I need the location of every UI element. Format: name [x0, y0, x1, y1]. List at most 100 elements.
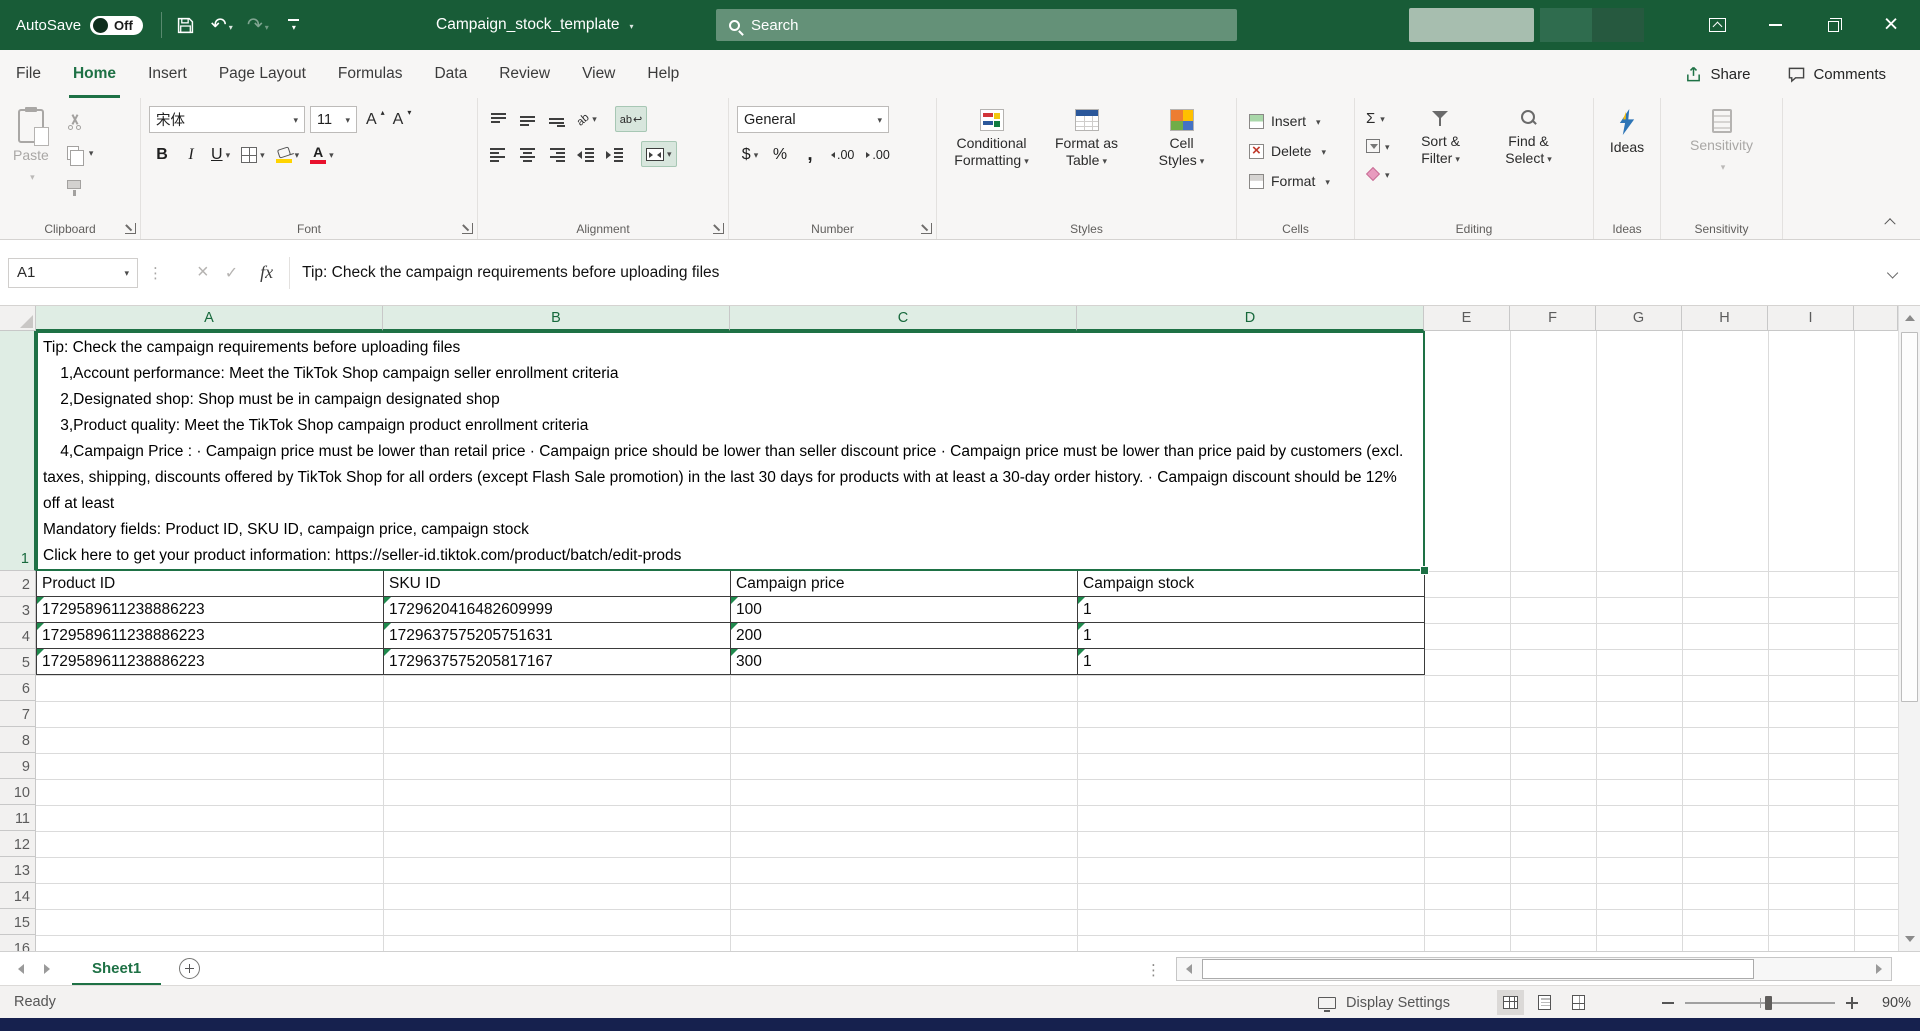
cell-header-campaign-stock[interactable]: Campaign stock: [1078, 571, 1425, 597]
percent-style-button[interactable]: %: [767, 142, 793, 168]
alignment-dialog-launcher[interactable]: [713, 223, 724, 234]
bold-button[interactable]: B: [149, 142, 175, 168]
tab-insert[interactable]: Insert: [132, 50, 203, 98]
restore-button[interactable]: [1804, 0, 1862, 50]
search-box[interactable]: Search: [716, 9, 1237, 41]
row-header[interactable]: 10: [0, 779, 36, 805]
align-bottom-button[interactable]: [544, 106, 569, 132]
next-sheet-button[interactable]: [44, 964, 50, 974]
cell[interactable]: 1729589611238886223: [37, 623, 384, 649]
column-header-b[interactable]: B: [383, 306, 730, 331]
previous-sheet-button[interactable]: [18, 964, 24, 974]
column-header-g[interactable]: G: [1596, 306, 1682, 331]
comma-style-button[interactable]: ,: [797, 142, 823, 168]
row-header[interactable]: 11: [0, 805, 36, 831]
column-header-a[interactable]: A: [36, 306, 383, 331]
cell[interactable]: 100: [731, 597, 1078, 623]
zoom-slider-thumb[interactable]: [1765, 996, 1772, 1010]
horizontal-scrollbar-thumb[interactable]: [1202, 959, 1754, 979]
align-middle-button[interactable]: [515, 106, 540, 132]
scroll-left-button[interactable]: [1177, 958, 1201, 980]
minimize-button[interactable]: [1746, 0, 1804, 50]
tab-view[interactable]: View: [566, 50, 631, 98]
clipboard-dialog-launcher[interactable]: [125, 223, 136, 234]
scroll-up-button[interactable]: [1899, 306, 1920, 330]
cell[interactable]: 1729620416482609999: [384, 597, 731, 623]
row-header[interactable]: 16: [0, 935, 36, 951]
tab-help[interactable]: Help: [631, 50, 695, 98]
tab-formulas[interactable]: Formulas: [322, 50, 419, 98]
decrease-font-size-button[interactable]: A: [389, 109, 411, 131]
cell[interactable]: 300: [731, 649, 1078, 675]
cell-header-campaign-price[interactable]: Campaign price: [731, 571, 1078, 597]
scroll-down-button[interactable]: [1899, 927, 1920, 951]
row-header[interactable]: 8: [0, 727, 36, 753]
cell[interactable]: 1729589611238886223: [37, 597, 384, 623]
redo-button[interactable]: [240, 6, 276, 44]
row-header[interactable]: 1: [0, 331, 36, 571]
decrease-decimal-button[interactable]: .00: [862, 142, 893, 168]
sheet-tab-sheet1[interactable]: Sheet1: [72, 952, 161, 986]
font-color-button[interactable]: A: [306, 142, 338, 168]
horizontal-scrollbar[interactable]: [1176, 957, 1892, 981]
align-center-button[interactable]: [515, 141, 540, 167]
cell-styles-button[interactable]: CellStyles: [1135, 106, 1228, 170]
expand-formula-bar-button[interactable]: [1876, 269, 1912, 277]
zoom-in-button[interactable]: [1846, 997, 1858, 1009]
normal-view-button[interactable]: [1497, 990, 1524, 1015]
cell[interactable]: 1: [1078, 597, 1425, 623]
tab-data[interactable]: Data: [418, 50, 483, 98]
format-painter-button[interactable]: [64, 172, 97, 196]
customize-quick-access-button[interactable]: [276, 6, 312, 44]
row-header[interactable]: 12: [0, 831, 36, 857]
column-header-e[interactable]: E: [1424, 306, 1510, 331]
fill-button[interactable]: [1363, 134, 1393, 158]
conditional-formatting-button[interactable]: ConditionalFormatting: [945, 106, 1038, 170]
align-right-button[interactable]: [544, 141, 569, 167]
tab-page-layout[interactable]: Page Layout: [203, 50, 322, 98]
comments-button[interactable]: Comments: [1776, 60, 1898, 89]
add-sheet-button[interactable]: [179, 958, 200, 979]
tab-home[interactable]: Home: [57, 50, 132, 98]
merge-center-button[interactable]: [641, 141, 677, 167]
row-header[interactable]: 9: [0, 753, 36, 779]
orientation-button[interactable]: [573, 106, 601, 132]
tab-review[interactable]: Review: [483, 50, 566, 98]
autosave-toggle[interactable]: AutoSave Off: [0, 16, 155, 35]
save-button[interactable]: [168, 6, 204, 44]
cancel-button[interactable]: [197, 261, 209, 284]
find-select-button[interactable]: Find &Select: [1489, 106, 1569, 186]
column-header-h[interactable]: H: [1682, 306, 1768, 331]
font-size-select[interactable]: 11: [310, 106, 357, 133]
row-header[interactable]: 6: [0, 675, 36, 701]
font-name-select[interactable]: 宋体: [149, 106, 305, 133]
vertical-scrollbar-thumb[interactable]: [1901, 332, 1918, 702]
borders-button[interactable]: [237, 142, 269, 168]
zoom-out-button[interactable]: [1662, 1002, 1674, 1004]
row-header[interactable]: 7: [0, 701, 36, 727]
page-break-view-button[interactable]: [1565, 990, 1592, 1015]
formula-input[interactable]: Tip: Check the campaign requirements bef…: [294, 264, 1876, 282]
enter-button[interactable]: [225, 263, 238, 283]
number-dialog-launcher[interactable]: [921, 223, 932, 234]
format-cells-button[interactable]: Format: [1245, 168, 1346, 194]
ribbon-display-options-button[interactable]: [1688, 0, 1746, 50]
column-header-partial[interactable]: [1854, 306, 1898, 331]
number-format-select[interactable]: General: [737, 106, 889, 133]
row-header[interactable]: 13: [0, 857, 36, 883]
fill-handle[interactable]: [1420, 566, 1429, 575]
clear-button[interactable]: [1363, 162, 1393, 186]
page-layout-view-button[interactable]: [1531, 990, 1558, 1015]
row-header[interactable]: 5: [0, 649, 36, 675]
scroll-right-button[interactable]: [1867, 958, 1891, 980]
cell-header-product-id[interactable]: Product ID: [37, 571, 384, 597]
close-button[interactable]: [1862, 0, 1920, 50]
font-dialog-launcher[interactable]: [462, 223, 473, 234]
increase-indent-button[interactable]: [602, 141, 627, 167]
cell[interactable]: 200: [731, 623, 1078, 649]
paste-button[interactable]: Paste: [8, 106, 54, 196]
row-header[interactable]: 3: [0, 597, 36, 623]
cell-header-sku-id[interactable]: SKU ID: [384, 571, 731, 597]
delete-cells-button[interactable]: Delete: [1245, 138, 1346, 164]
undo-button[interactable]: [204, 6, 240, 44]
